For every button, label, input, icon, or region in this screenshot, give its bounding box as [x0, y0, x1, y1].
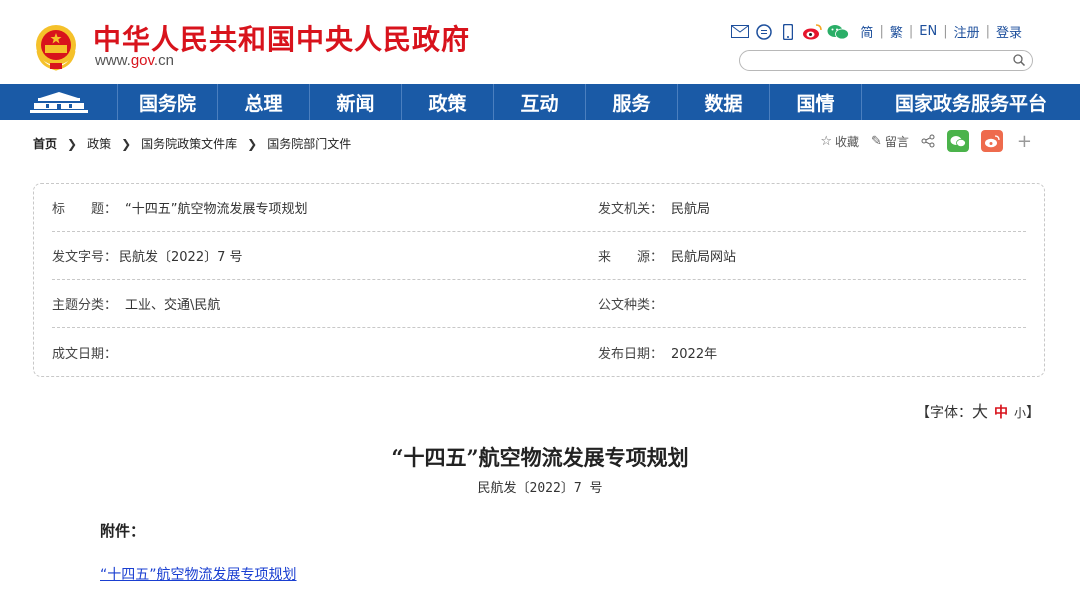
info-topic-value: 工业、交通\民航 [125, 298, 221, 313]
main-nav: 国务院 总理 新闻 政策 互动 服务 数据 国情 国家政务服务平台 [0, 84, 1080, 120]
nav-item-news[interactable]: 新闻 [310, 84, 402, 120]
chevron-right-icon: ❯ [121, 136, 132, 151]
info-cell-issuer: 发文机关： 民航局 [598, 198, 710, 217]
pencil-icon: ✎ [870, 133, 882, 149]
info-source-key: 来 源： [598, 250, 664, 265]
separator: | [879, 24, 884, 39]
font-size-close: 】 [1026, 405, 1040, 421]
weibo-share-icon[interactable] [980, 130, 1003, 152]
attachment-link[interactable]: “十四五”航空物流发展专项规划 [100, 564, 297, 584]
breadcrumb-item-policy-library[interactable]: 国务院政策文件库 [141, 135, 237, 152]
breadcrumb-item-policy[interactable]: 政策 [87, 135, 111, 152]
font-size-medium-button[interactable]: 中 [994, 405, 1008, 421]
share-button[interactable] [921, 134, 935, 148]
info-doctype-key: 公文种类： [598, 298, 664, 313]
font-size-large-button[interactable]: 大 [972, 402, 988, 421]
comment-button[interactable]: ✎ 留言 [871, 133, 909, 150]
info-cell-doctype: 公文种类： [598, 294, 671, 313]
nav-item-gov-service-platform[interactable]: 国家政务服务平台 [862, 84, 1080, 120]
info-topic-key: 主题分类： [52, 298, 118, 313]
info-issuer-key: 发文机关： [598, 202, 664, 217]
mail-icon[interactable] [730, 23, 750, 41]
info-row: 主题分类： 工业、交通\民航 公文种类： [52, 280, 1026, 328]
wechat-share-icon[interactable] [946, 130, 969, 152]
nav-item-data[interactable]: 数据 [678, 84, 770, 120]
document-number: 民航发〔2022〕7 号 [477, 481, 603, 496]
login-link[interactable]: 登录 [996, 22, 1022, 41]
info-doc-no-key: 发文字号： [52, 250, 118, 265]
document-title: “十四五”航空物流发展专项规划 [391, 445, 689, 470]
info-published-value: 2022年 [671, 346, 718, 362]
search-box [739, 50, 1033, 71]
breadcrumb-item-home[interactable]: 首页 [33, 135, 57, 152]
breadcrumb-bar: 首页 ❯ 政策 ❯ 国务院政策文件库 ❯ 国务院部门文件 ☆ 收藏 ✎ 留言 + [0, 120, 1080, 164]
comment-label: 留言 [884, 134, 909, 149]
info-published-key: 发布日期： [598, 346, 664, 362]
lang-traditional-link[interactable]: 繁 [890, 22, 903, 41]
nav-item-national-info[interactable]: 国情 [770, 84, 862, 120]
share-icon [921, 134, 935, 148]
breadcrumb-item-department-docs[interactable]: 国务院部门文件 [267, 135, 351, 152]
site-header: 中华人民共和国中央人民政府 www.gov.cn 简 | 繁 | EN | 注册… [0, 0, 1080, 84]
info-created-key: 成文日期： [52, 346, 118, 362]
nav-home[interactable] [0, 84, 118, 120]
font-size-control: 【字体：大中小】 [916, 398, 1040, 422]
attachment-label: 附件： [100, 522, 146, 540]
search-icon[interactable] [1012, 53, 1026, 67]
separator: | [943, 24, 948, 39]
info-row: 成文日期： 发布日期： 2022年 [52, 328, 1026, 376]
national-emblem-icon[interactable] [32, 21, 80, 71]
document-info-table: 标 题： “十四五”航空物流发展专项规划 发文机关： 民航局 发文字号： 民航发… [33, 183, 1045, 377]
info-issuer-value: 民航局 [671, 202, 711, 217]
message-icon[interactable] [754, 23, 774, 41]
weibo-icon[interactable] [802, 23, 823, 41]
share-toolbar: ☆ 收藏 ✎ 留言 + [820, 130, 1032, 152]
info-doc-no-value: 民航发〔2022〕7 号 [119, 250, 243, 265]
info-row: 发文字号： 民航发〔2022〕7 号 来 源： 民航局网站 [52, 232, 1026, 280]
nav-item-premier[interactable]: 总理 [218, 84, 310, 120]
nav-item-state-council[interactable]: 国务院 [118, 84, 218, 120]
nav-item-policy[interactable]: 政策 [402, 84, 494, 120]
info-source-value: 民航局网站 [671, 250, 737, 265]
info-cell-published: 发布日期： 2022年 [598, 343, 717, 362]
more-share-icon[interactable]: + [1017, 131, 1032, 152]
info-cell-source: 来 源： 民航局网站 [598, 246, 736, 265]
star-icon: ☆ [820, 133, 832, 149]
site-url-suffix: .cn [153, 52, 174, 69]
lang-simplified-link[interactable]: 简 [860, 22, 873, 41]
lang-english-link[interactable]: EN [919, 24, 937, 39]
info-cell-topic: 主题分类： 工业、交通\民航 [52, 294, 598, 313]
site-url-brand: gov [130, 52, 154, 69]
font-size-small-button[interactable]: 小 [1014, 406, 1026, 420]
chevron-right-icon: ❯ [67, 136, 78, 151]
separator: | [985, 24, 990, 39]
wechat-icon[interactable] [826, 23, 850, 41]
favorite-label: 收藏 [834, 134, 859, 149]
info-cell-created: 成文日期： [52, 343, 598, 362]
register-link[interactable]: 注册 [954, 22, 980, 41]
search-input[interactable] [750, 53, 1010, 71]
chevron-right-icon: ❯ [247, 136, 258, 151]
favorite-button[interactable]: ☆ 收藏 [820, 133, 859, 150]
tiananmen-icon [29, 92, 88, 113]
top-tools: 简 | 繁 | EN | 注册 | 登录 [730, 22, 1022, 41]
site-url-prefix: www. [95, 52, 131, 69]
breadcrumb: 首页 ❯ 政策 ❯ 国务院政策文件库 ❯ 国务院部门文件 [33, 135, 351, 152]
nav-item-services[interactable]: 服务 [586, 84, 678, 120]
font-size-open: 【字体： [915, 405, 972, 421]
info-title-value: “十四五”航空物流发展专项规划 [125, 202, 308, 217]
separator: | [908, 24, 914, 39]
info-title-key: 标 题： [52, 202, 118, 217]
info-cell-title: 标 题： “十四五”航空物流发展专项规划 [52, 198, 598, 217]
info-row: 标 题： “十四五”航空物流发展专项规划 发文机关： 民航局 [52, 184, 1026, 232]
site-url[interactable]: www.gov.cn [95, 52, 174, 69]
nav-item-interaction[interactable]: 互动 [494, 84, 586, 120]
info-cell-doc-no: 发文字号： 民航发〔2022〕7 号 [52, 246, 598, 265]
mobile-icon[interactable] [778, 23, 798, 41]
